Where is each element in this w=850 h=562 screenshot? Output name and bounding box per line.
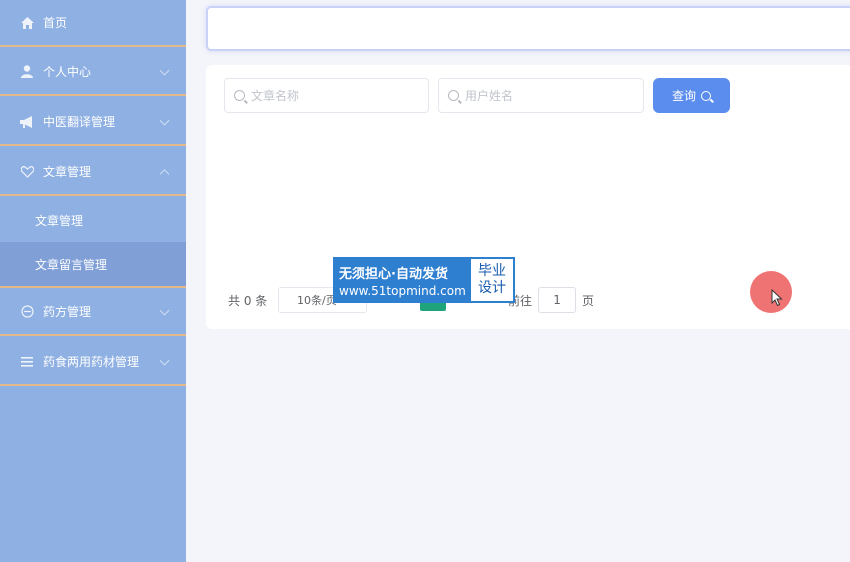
chevron-up-icon <box>159 168 170 179</box>
search-icon <box>234 90 245 101</box>
sidebar-item-food-medicine[interactable]: 药食两用药材管理 <box>0 339 186 386</box>
sidebar-item-label: 个人中心 <box>43 65 92 79</box>
pagination-total: 共 0 条 <box>228 287 267 313</box>
goto-page-input[interactable] <box>538 287 577 313</box>
chevron-down-icon <box>159 115 170 126</box>
watermark-badge-line1: 毕业 <box>478 263 506 279</box>
user-name-input[interactable] <box>465 88 615 103</box>
watermark-banner: 无须担心·自动发货 www.51topmind.com 毕业 设计 <box>333 257 517 303</box>
user-name-search[interactable] <box>438 78 644 113</box>
search-icon <box>448 90 459 101</box>
home-icon <box>20 16 34 30</box>
sidebar-item-label: 首页 <box>43 16 68 30</box>
page-size-value: 10条/页 <box>297 294 337 307</box>
query-button-label: 查询 <box>671 89 696 103</box>
sidebar-item-label: 文章留言管理 <box>35 257 108 272</box>
sidebar-item-label: 文章管理 <box>35 213 84 228</box>
query-button[interactable]: 查询 <box>653 78 730 113</box>
sidebar-item-label: 文章管理 <box>43 165 92 179</box>
chevron-down-icon <box>159 355 170 366</box>
chevron-down-icon <box>159 305 170 316</box>
sidebar-item-articles[interactable]: 文章管理 <box>0 149 186 196</box>
sidebar-item-tcm-translation[interactable]: 中医翻译管理 <box>0 99 186 146</box>
watermark-badge-line2: 设计 <box>478 280 506 296</box>
watermark-line1: 无须担心·自动发货 <box>339 266 448 282</box>
mouse-pointer-icon <box>771 289 783 307</box>
sidebar: 首页 个人中心 中医翻译管理 文章管理 文章管理 文章留言管理 药方管理 药食两… <box>0 0 186 562</box>
megaphone-icon <box>20 115 34 129</box>
article-name-search[interactable] <box>224 78 429 113</box>
search-icon <box>701 90 711 101</box>
page-jumper: 前往 页 <box>508 287 594 313</box>
sidebar-subitem-article-comments[interactable]: 文章留言管理 <box>0 242 186 288</box>
watermark-badge: 毕业 设计 <box>469 257 515 303</box>
watermark-url: www.51topmind.com <box>339 283 466 298</box>
heart-icon <box>20 165 34 179</box>
user-icon <box>20 65 34 79</box>
list-icon <box>20 355 34 369</box>
top-bar <box>206 6 850 51</box>
sidebar-item-prescriptions[interactable]: 药方管理 <box>0 289 186 336</box>
article-name-input[interactable] <box>251 88 401 103</box>
sidebar-subitem-article-manage[interactable]: 文章管理 <box>0 198 186 242</box>
sidebar-item-profile[interactable]: 个人中心 <box>0 49 186 96</box>
sidebar-item-label: 药方管理 <box>43 305 92 319</box>
pill-icon <box>20 305 34 319</box>
goto-suffix: 页 <box>582 293 595 308</box>
sidebar-item-label: 中医翻译管理 <box>43 115 116 129</box>
sidebar-item-label: 药食两用药材管理 <box>43 355 140 369</box>
watermark-text: 无须担心·自动发货 www.51topmind.com <box>333 257 469 303</box>
chevron-down-icon <box>159 65 170 76</box>
total-count: 共 0 条 <box>228 293 268 308</box>
sidebar-item-home[interactable]: 首页 <box>0 0 186 47</box>
